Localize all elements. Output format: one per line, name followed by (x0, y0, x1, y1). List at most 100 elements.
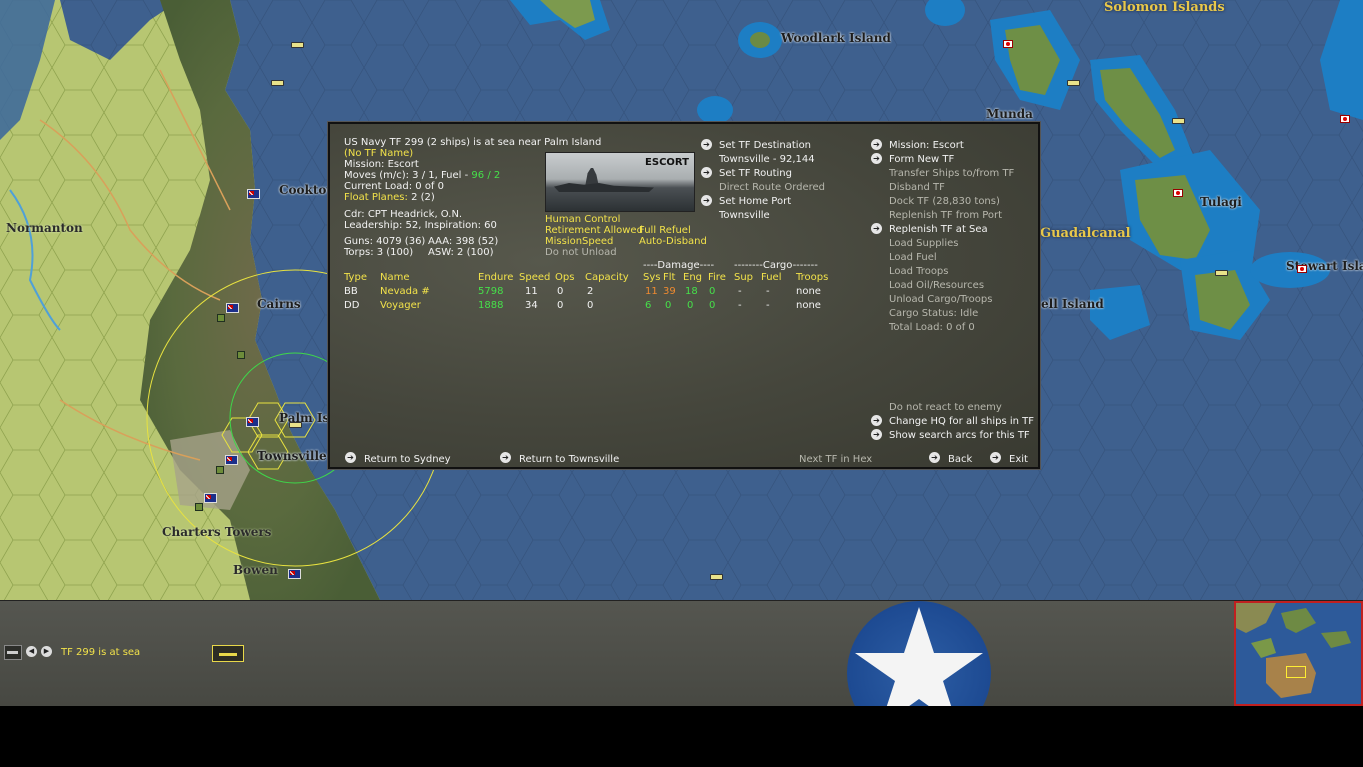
selected-unit-status[interactable]: TF 299 is at sea (61, 647, 140, 658)
allied-base-flag-bowen[interactable] (288, 569, 301, 579)
ship-icon[interactable] (1172, 118, 1185, 124)
task-force-dialog: US Navy TF 299 (2 ships) is at sea near … (328, 122, 1040, 469)
tf-float-planes[interactable]: Float Planes: 2 (2) (344, 192, 435, 203)
form-new-tf-arrow-icon[interactable]: ➔ (871, 153, 882, 164)
human-control-toggle[interactable]: Human Control (545, 214, 620, 225)
full-refuel-toggle[interactable]: Full Refuel (639, 225, 691, 236)
minimap-terrain (1236, 603, 1351, 698)
ship-name[interactable]: Voyager (380, 300, 421, 311)
col-header-fire[interactable]: Fire (708, 272, 726, 283)
col-header-capacity[interactable]: Capacity (585, 272, 629, 283)
col-header-fuel[interactable]: Fuel (761, 272, 781, 283)
next-unit-icon[interactable]: ▶ (41, 646, 52, 657)
mission-speed-toggle[interactable]: MissionSpeed (545, 236, 613, 247)
airfield-icon[interactable] (237, 351, 245, 359)
ship-sys-damage: 6 (645, 300, 652, 311)
allied-tf-flag-palm-island[interactable] (246, 417, 259, 427)
back-arrow-icon[interactable]: ➔ (929, 452, 940, 463)
col-header-type[interactable]: Type (344, 272, 367, 283)
disband-tf-button[interactable]: Disband TF (889, 182, 945, 193)
set-destination-arrow-icon[interactable]: ➔ (701, 139, 712, 150)
col-header-speed[interactable]: Speed (519, 272, 550, 283)
form-new-tf-button[interactable]: Form New TF (889, 154, 954, 165)
allied-base-flag-cooktown[interactable] (247, 189, 260, 199)
col-header-endure[interactable]: Endure (478, 272, 513, 283)
mission-arrow-icon[interactable]: ➔ (871, 139, 882, 150)
selected-tf-counter-icon[interactable] (212, 645, 244, 662)
return-to-townsville-button[interactable]: Return to Townsville (519, 454, 619, 465)
ship-speed: 34 (525, 300, 538, 311)
allied-base-flag-townsville[interactable] (225, 455, 238, 465)
ship-flt-damage: 39 (663, 286, 676, 297)
set-routing-arrow-icon[interactable]: ➔ (701, 167, 712, 178)
replenish-at-sea-arrow-icon[interactable]: ➔ (871, 223, 882, 234)
return-sydney-arrow-icon[interactable]: ➔ (345, 452, 356, 463)
col-header-troops[interactable]: Troops (796, 272, 828, 283)
ship-icon[interactable] (289, 422, 302, 428)
set-home-port-button[interactable]: Set Home Port (719, 196, 791, 207)
airfield-icon[interactable] (195, 503, 203, 511)
auto-disband-toggle[interactable]: Auto-Disband (639, 236, 707, 247)
tf-name[interactable]: (No TF Name) (344, 148, 413, 159)
previous-unit-icon[interactable]: ◀ (26, 646, 37, 657)
col-header-sup[interactable]: Sup (734, 272, 753, 283)
enemy-base-icon[interactable] (1297, 265, 1307, 273)
unload-cargo-button[interactable]: Unload Cargo/Troops (889, 294, 992, 305)
ship-ops: 0 (557, 300, 564, 311)
tf-list-icon[interactable] (4, 645, 22, 660)
ship-icon[interactable] (1215, 270, 1228, 276)
minimap[interactable] (1234, 601, 1363, 706)
dock-tf-button[interactable]: Dock TF (28,830 tons) (889, 196, 1000, 207)
show-search-arcs-arrow-icon[interactable]: ➔ (871, 429, 882, 440)
load-oil-resources-button[interactable]: Load Oil/Resources (889, 280, 984, 291)
transfer-ships-button[interactable]: Transfer Ships to/from TF (889, 168, 1014, 179)
next-tf-in-hex-button[interactable]: Next TF in Hex (799, 454, 872, 465)
tf-commander[interactable]: Cdr: CPT Headrick, O.N. (344, 209, 462, 220)
set-tf-destination-button[interactable]: Set TF Destination (719, 140, 811, 151)
load-supplies-button[interactable]: Load Supplies (889, 238, 958, 249)
tf-current-load: Current Load: 0 of 0 (344, 181, 444, 192)
col-header-name[interactable]: Name (380, 272, 410, 283)
mission-button[interactable]: Mission: Escort (889, 140, 964, 151)
load-troops-button[interactable]: Load Troops (889, 266, 949, 277)
cargo-status: Cargo Status: Idle (889, 308, 979, 319)
change-hq-arrow-icon[interactable]: ➔ (871, 415, 882, 426)
show-search-arcs-button[interactable]: Show search arcs for this TF (889, 430, 1030, 441)
ship-icon[interactable] (1067, 80, 1080, 86)
total-load: Total Load: 0 of 0 (889, 322, 975, 333)
col-header-flt[interactable]: Flt (663, 272, 675, 283)
col-header-eng[interactable]: Eng (683, 272, 702, 283)
ship-icon[interactable] (710, 574, 723, 580)
do-not-unload-toggle[interactable]: Do not Unload (545, 247, 617, 258)
return-townsville-arrow-icon[interactable]: ➔ (500, 452, 511, 463)
replenish-from-port-button[interactable]: Replenish TF from Port (889, 210, 1002, 221)
exit-arrow-icon[interactable]: ➔ (990, 452, 1001, 463)
minimap-viewport-box[interactable] (1286, 666, 1306, 678)
allied-base-flag-cairns[interactable] (226, 303, 239, 313)
enemy-base-icon-tulagi[interactable] (1173, 189, 1183, 197)
col-header-ops[interactable]: Ops (555, 272, 574, 283)
back-button[interactable]: Back (948, 454, 972, 465)
set-home-port-arrow-icon[interactable]: ➔ (701, 195, 712, 206)
return-to-sydney-button[interactable]: Return to Sydney (364, 454, 451, 465)
retirement-allowed-toggle[interactable]: Retirement Allowed (545, 225, 643, 236)
exit-button[interactable]: Exit (1009, 454, 1028, 465)
change-hq-button[interactable]: Change HQ for all ships in TF (889, 416, 1034, 427)
ship-icon[interactable] (271, 80, 284, 86)
enemy-base-icon[interactable] (1003, 40, 1013, 48)
airfield-icon[interactable] (217, 314, 225, 322)
tf-mission-image: ESCORT (545, 152, 695, 212)
airfield-icon[interactable] (216, 466, 224, 474)
col-header-sys[interactable]: Sys (643, 272, 660, 283)
tf-status-line: US Navy TF 299 (2 ships) is at sea near … (344, 137, 602, 148)
map-label-tulagi: Tulagi (1200, 195, 1242, 209)
set-tf-routing-button[interactable]: Set TF Routing (719, 168, 792, 179)
enemy-base-icon[interactable] (1340, 115, 1350, 123)
load-fuel-button[interactable]: Load Fuel (889, 252, 937, 263)
ship-fuel: - (766, 286, 770, 297)
replenish-at-sea-button[interactable]: Replenish TF at Sea (889, 224, 988, 235)
do-not-react-toggle[interactable]: Do not react to enemy (889, 402, 1002, 413)
ship-icon[interactable] (291, 42, 304, 48)
allied-base-flag-charters-towers[interactable] (204, 493, 217, 503)
ship-name[interactable]: Nevada # (380, 286, 430, 297)
